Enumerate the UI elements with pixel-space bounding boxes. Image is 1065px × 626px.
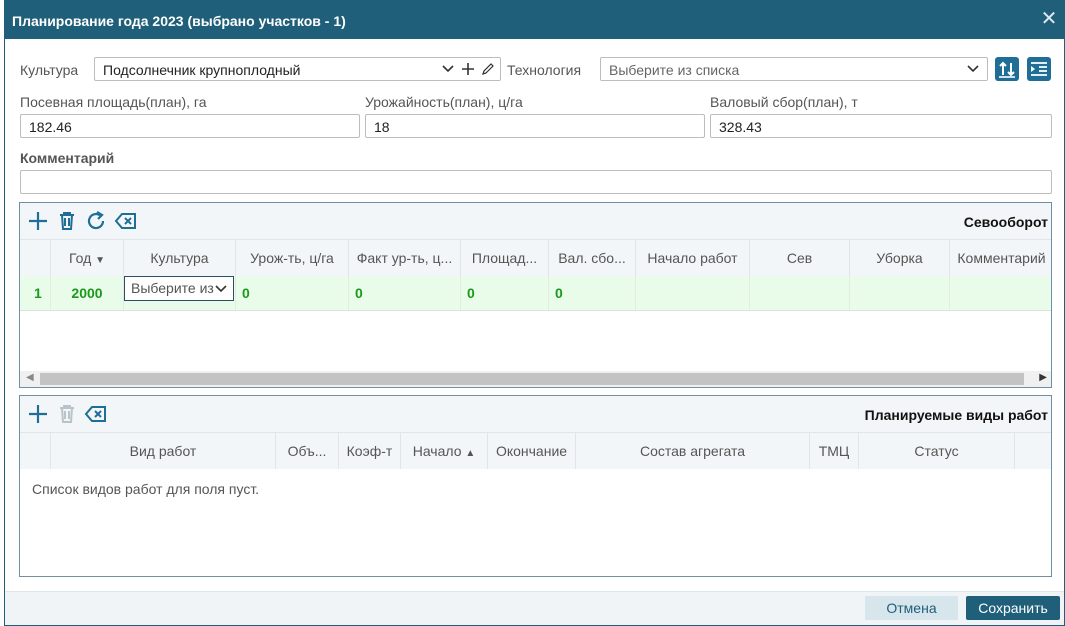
sowing-cell[interactable]	[750, 276, 850, 310]
column-header-status[interactable]: Статус	[859, 433, 1015, 469]
column-header-coefficient[interactable]: Коэф-т	[339, 433, 401, 469]
rotation-title: Севооборот	[963, 214, 1048, 230]
culture-cell-select[interactable]: Выберите из	[124, 276, 234, 301]
culture-select[interactable]: Подсолнечник крупноплодный	[94, 57, 501, 81]
column-header-start[interactable]: Начало ▲	[401, 433, 488, 469]
row-number-header	[20, 240, 51, 276]
list-settings-button[interactable]	[1027, 57, 1051, 81]
scrollbar-thumb[interactable]	[40, 373, 1024, 385]
rotation-grid-header: Год ▼ Культура Урож-ть, ц/га Факт ур-ть,…	[20, 239, 1051, 276]
row-number-header	[20, 433, 51, 469]
rotation-toolbar: Севооборот	[20, 203, 1051, 239]
yield-label: Урожайность(план), ц/га	[365, 94, 523, 110]
column-header-comment[interactable]: Комментарий	[950, 240, 1053, 276]
works-grid-header: Вид работ Объ... Коэф-т Начало ▲ Окончан…	[20, 432, 1051, 469]
trash-icon[interactable]	[55, 402, 79, 426]
gross-label: Валовый сбор(план), т	[710, 94, 858, 110]
trash-icon[interactable]	[55, 209, 79, 233]
dialog-titlebar: Планирование года 2023 (выбрано участков…	[5, 1, 1064, 39]
save-button[interactable]: Сохранить	[966, 596, 1060, 620]
column-header-end[interactable]: Окончание	[488, 433, 576, 469]
plus-icon[interactable]	[461, 62, 475, 76]
fact-yield-cell[interactable]: 0	[349, 276, 461, 310]
area-input[interactable]: 182.46	[20, 114, 360, 138]
refresh-icon[interactable]	[84, 209, 108, 233]
chevron-down-icon[interactable]	[441, 62, 455, 76]
column-header-extra	[1015, 433, 1053, 469]
area-cell[interactable]: 0	[461, 276, 549, 310]
column-header-start[interactable]: Начало работ	[636, 240, 750, 276]
harvest-cell[interactable]	[850, 276, 950, 310]
close-icon[interactable]: ✕	[1040, 9, 1058, 29]
cancel-button[interactable]: Отмена	[865, 596, 958, 620]
culture-value: Подсолнечник крупноплодный	[103, 62, 301, 78]
column-header-culture[interactable]: Культура	[124, 240, 236, 276]
column-header-harvest[interactable]: Уборка	[850, 240, 950, 276]
dialog-title: Планирование года 2023 (выбрано участков…	[12, 13, 346, 29]
works-panel: Планируемые виды работ Вид работ Объ... …	[19, 395, 1052, 577]
sort-button[interactable]	[995, 57, 1019, 81]
empty-list-message: Список видов работ для поля пуст.	[32, 481, 260, 497]
pencil-icon[interactable]	[481, 62, 495, 76]
column-header-gross[interactable]: Вал. сбо...	[549, 240, 636, 276]
list-indent-icon	[1031, 62, 1047, 76]
add-icon[interactable]	[26, 209, 50, 233]
works-toolbar: Планируемые виды работ	[20, 396, 1051, 432]
column-header-work-type[interactable]: Вид работ	[51, 433, 276, 469]
yield-input[interactable]: 18	[365, 114, 705, 138]
column-header-sowing[interactable]: Сев	[750, 240, 850, 276]
chevron-down-icon[interactable]	[214, 282, 228, 296]
column-header-area[interactable]: Площад...	[461, 240, 549, 276]
clear-filter-icon[interactable]	[114, 209, 138, 233]
sort-asc-icon: ▲	[465, 448, 476, 459]
sort-desc-icon: ▼	[95, 255, 106, 266]
rotation-panel: Севооборот Год ▼ Культура Урож-ть, ц/га …	[19, 202, 1052, 388]
add-icon[interactable]	[26, 402, 50, 426]
start-cell[interactable]	[636, 276, 750, 310]
scroll-right-icon[interactable]: ▶	[1039, 372, 1047, 383]
column-header-yield[interactable]: Урож-ть, ц/га	[236, 240, 349, 276]
culture-cell-placeholder: Выберите из	[131, 280, 214, 296]
chevron-down-icon[interactable]	[966, 62, 980, 76]
technology-placeholder: Выберите из списка	[609, 62, 740, 78]
technology-label: Технология	[507, 62, 582, 78]
dialog-footer: Отмена Сохранить	[5, 591, 1064, 625]
clear-filter-icon[interactable]	[84, 402, 108, 426]
comment-cell[interactable]	[950, 276, 1053, 310]
technology-select[interactable]: Выберите из списка	[600, 57, 988, 81]
column-header-fact-yield[interactable]: Факт ур-ть, ц...	[349, 240, 461, 276]
column-header-volume[interactable]: Объ...	[276, 433, 339, 469]
gross-cell[interactable]: 0	[549, 276, 636, 310]
planning-dialog: Планирование года 2023 (выбрано участков…	[4, 0, 1065, 626]
year-cell[interactable]: 2000	[51, 276, 124, 310]
comment-label: Комментарий	[20, 150, 115, 166]
culture-label: Культура	[20, 62, 79, 78]
row-number: 1	[20, 276, 51, 310]
sort-arrows-icon	[999, 61, 1015, 78]
works-title: Планируемые виды работ	[864, 407, 1048, 423]
column-header-tmc[interactable]: ТМЦ	[810, 433, 859, 469]
column-header-unit[interactable]: Состав агрегата	[576, 433, 810, 469]
table-row[interactable]: 1 2000 Выберите из 0 0 0 0	[20, 276, 1051, 311]
gross-input[interactable]: 328.43	[710, 114, 1052, 138]
scroll-left-icon[interactable]: ◀	[26, 372, 34, 383]
culture-cell[interactable]: Выберите из	[124, 276, 236, 310]
horizontal-scrollbar[interactable]: ◀ ▶	[20, 371, 1051, 387]
column-header-year[interactable]: Год ▼	[51, 240, 124, 276]
area-label: Посевная площадь(план), га	[20, 94, 207, 110]
comment-input[interactable]	[20, 170, 1052, 194]
yield-cell[interactable]: 0	[236, 276, 349, 310]
